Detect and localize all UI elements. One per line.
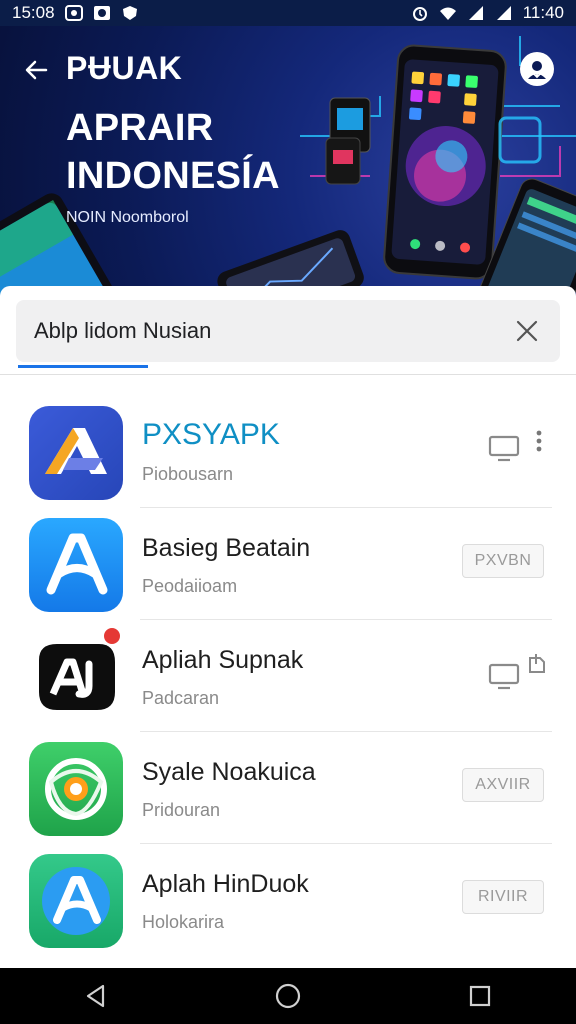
- profile-button[interactable]: [520, 52, 554, 86]
- divider: [0, 374, 576, 375]
- close-icon[interactable]: [514, 318, 540, 344]
- alarm-icon: [412, 7, 427, 21]
- list-item[interactable]: Aplah HinDuok Holokarira RIVIIR: [0, 846, 576, 956]
- install-button[interactable]: AXVIIR: [462, 768, 544, 802]
- nav-home-button[interactable]: [268, 976, 308, 1016]
- brand-logo: PɄUAK: [66, 50, 183, 86]
- status-time-left: 15:08: [12, 3, 55, 22]
- hero-title: APRAIR INDONESÍA: [66, 104, 280, 200]
- results-sheet: Ablp lidom Nusian PXSYAPK Piobousarn Bas…: [0, 286, 576, 968]
- signal-2-icon: [496, 6, 511, 20]
- share-icon[interactable]: [526, 652, 546, 676]
- notification-badge: [102, 626, 122, 646]
- divider: [140, 843, 552, 844]
- app-subtitle: Padcaran: [142, 688, 220, 708]
- navigation-bar: [0, 968, 576, 1024]
- back-arrow-icon[interactable]: [20, 54, 52, 86]
- nav-back-button[interactable]: [76, 976, 116, 1016]
- app-subtitle: Pridouran: [142, 800, 221, 820]
- app-icon-pxsyapk: [29, 406, 123, 500]
- list-item[interactable]: PXSYAPK Piobousarn: [0, 398, 576, 508]
- app-icon-syale: [29, 742, 123, 836]
- profile-icon: [528, 61, 546, 79]
- list-item[interactable]: Basieg Beatain Peodaiioam PXVBN: [0, 510, 576, 620]
- app-icon-basieg: [29, 518, 123, 612]
- install-button[interactable]: PXVBN: [462, 544, 544, 578]
- status-bar: 15:08 11:40: [0, 0, 576, 26]
- hero-banner: PɄUAK APRAIR INDONESÍA NOIN Noomborol: [0, 26, 576, 296]
- app-name: Aplah HinDuok: [142, 870, 309, 898]
- monitor-icon[interactable]: [488, 662, 520, 690]
- divider: [140, 619, 552, 620]
- install-button[interactable]: RIVIIR: [462, 880, 544, 914]
- app-subtitle: Piobousarn: [142, 464, 234, 484]
- divider: [140, 507, 552, 508]
- divider: [140, 731, 552, 732]
- shield-notification-icon: [122, 6, 137, 20]
- back-triangle-icon: [86, 984, 105, 1008]
- app-name: Apliah Supnak: [142, 646, 304, 674]
- app-icon-aplah-hinduok: [29, 854, 123, 948]
- app-subtitle: Peodaiioam: [142, 576, 238, 596]
- app-name: PXSYAPK: [142, 418, 280, 451]
- more-options-icon[interactable]: [532, 428, 546, 454]
- monitor-icon[interactable]: [488, 434, 520, 462]
- app-notification-icon: [64, 5, 83, 21]
- status-time-right: 11:40: [522, 3, 564, 22]
- hero-subtitle: NOIN Noomborol: [66, 209, 189, 226]
- wifi-icon: [439, 7, 456, 20]
- hero-title-line1: APRAIR: [66, 107, 214, 149]
- recents-square-icon: [469, 985, 491, 1007]
- search-focus-indicator: [18, 365, 148, 368]
- search-input[interactable]: Ablp lidom Nusian: [34, 318, 211, 344]
- home-circle-icon: [275, 983, 301, 1009]
- app-name: Basieg Beatain: [142, 534, 311, 562]
- search-field[interactable]: Ablp lidom Nusian: [16, 300, 560, 362]
- hero-title-line2: INDONESÍA: [66, 155, 280, 197]
- list-item[interactable]: Apliah Supnak Padcaran: [0, 622, 576, 732]
- nav-recents-button[interactable]: [460, 976, 500, 1016]
- app-subtitle: Holokarira: [142, 912, 225, 932]
- app-name: Syale Noakuica: [142, 758, 316, 786]
- list-item[interactable]: Syale Noakuica Pridouran AXVIIR: [0, 734, 576, 844]
- camera-notification-icon: [93, 6, 110, 20]
- signal-icon: [468, 6, 483, 20]
